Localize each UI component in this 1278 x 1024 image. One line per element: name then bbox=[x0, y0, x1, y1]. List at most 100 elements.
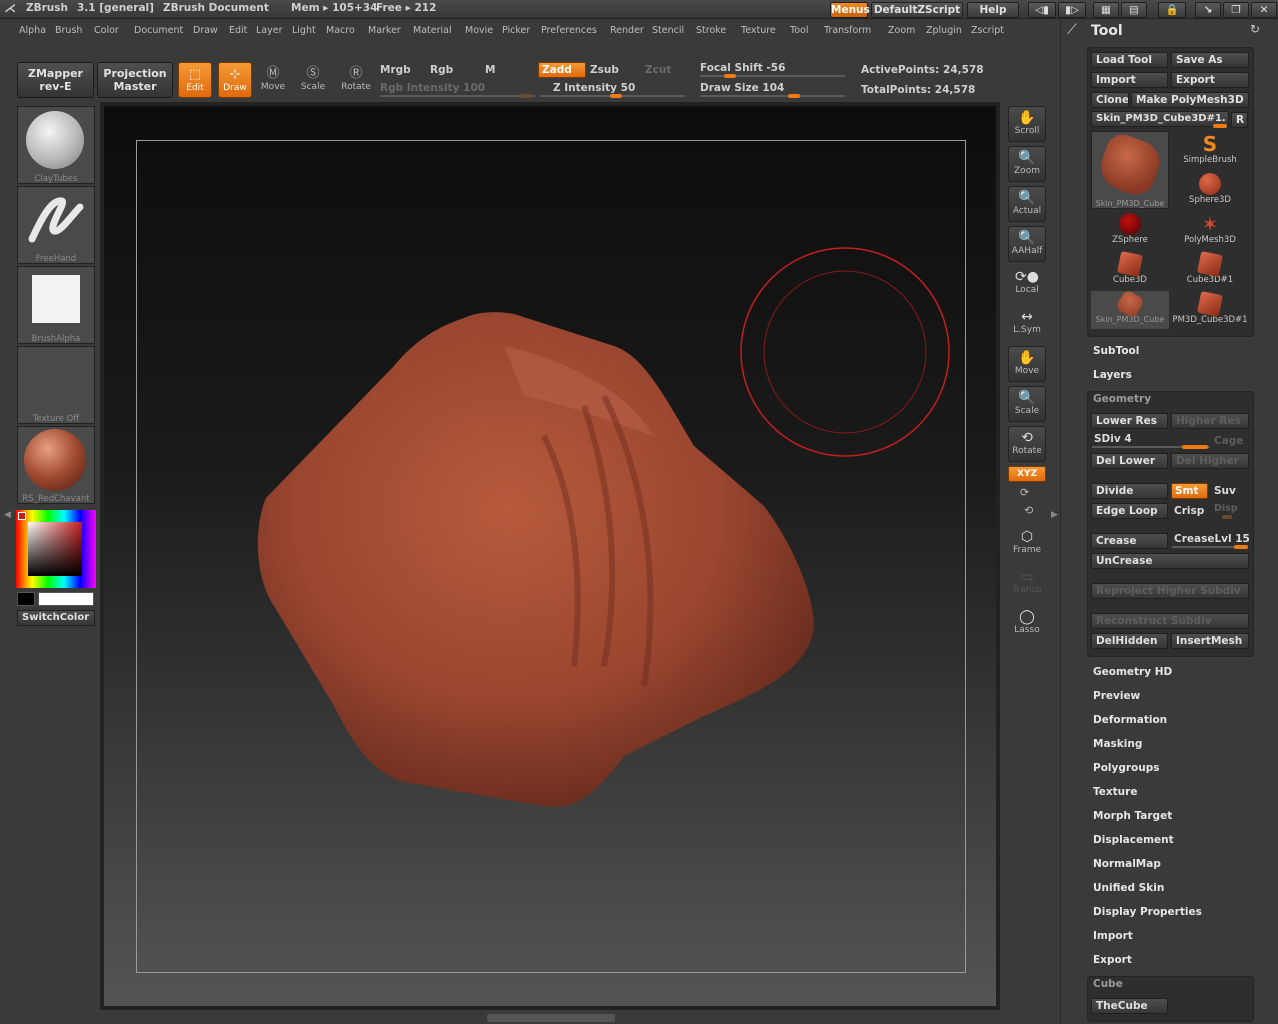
tool-thumb-polymesh3d[interactable]: ✶ PolyMesh3D bbox=[1171, 211, 1249, 249]
reconstruct-subdiv-button[interactable]: Reconstruct Subdiv bbox=[1091, 613, 1249, 629]
secondary-color-swatch[interactable] bbox=[17, 592, 35, 606]
masking-section[interactable]: Masking bbox=[1093, 738, 1142, 750]
actual-button[interactable]: 🔍 Actual bbox=[1008, 186, 1046, 222]
menu-zoom[interactable]: Zoom bbox=[888, 25, 915, 36]
lower-res-button[interactable]: Lower Res bbox=[1091, 413, 1168, 429]
higher-res-button[interactable]: Higher Res bbox=[1171, 413, 1249, 429]
tool-thumb-simplebrush[interactable]: S SimpleBrush bbox=[1171, 131, 1249, 169]
del-lower-button[interactable]: Del Lower bbox=[1091, 453, 1168, 469]
switch-color-button[interactable]: SwitchColor bbox=[17, 610, 95, 626]
menu-draw[interactable]: Draw bbox=[193, 25, 218, 36]
crease-button[interactable]: Crease bbox=[1091, 533, 1168, 549]
clone-button[interactable]: Clone bbox=[1091, 92, 1129, 108]
menu-stroke[interactable]: Stroke bbox=[696, 25, 726, 36]
default-zscript-button[interactable]: DefaultZScript bbox=[871, 2, 963, 18]
tool-thumb-sphere3d[interactable]: Sphere3D bbox=[1171, 171, 1249, 209]
lasso-button[interactable]: ◯ Lasso bbox=[1008, 606, 1046, 642]
disp-toggle[interactable]: Disp bbox=[1214, 503, 1238, 514]
crease-level-slider[interactable] bbox=[1172, 545, 1248, 549]
normalmap-section[interactable]: NormalMap bbox=[1093, 858, 1161, 870]
layers-section[interactable]: Layers bbox=[1093, 369, 1132, 381]
morph-target-section[interactable]: Morph Target bbox=[1093, 810, 1172, 822]
scale-button[interactable]: Ⓢ Scale bbox=[296, 62, 330, 98]
menu-edit[interactable]: Edit bbox=[229, 25, 247, 36]
r-button[interactable]: R bbox=[1231, 112, 1248, 128]
rotate-y-icon[interactable]: ⟳ bbox=[1020, 486, 1029, 499]
import-section[interactable]: Import bbox=[1093, 930, 1133, 942]
menu-transform[interactable]: Transform bbox=[824, 25, 871, 36]
draw-size-slider[interactable] bbox=[700, 94, 845, 98]
rgb-intensity-slider[interactable] bbox=[380, 94, 535, 98]
zsub-toggle[interactable]: Zsub bbox=[590, 64, 619, 76]
preview-section[interactable]: Preview bbox=[1093, 690, 1140, 702]
scale-view-button[interactable]: 🔍 Scale bbox=[1008, 386, 1046, 422]
close-icon[interactable]: ✕ bbox=[1251, 2, 1277, 18]
menu-brush[interactable]: Brush bbox=[55, 25, 82, 36]
z-intensity-slider[interactable] bbox=[540, 94, 685, 98]
material-slot[interactable]: RS_RedChavant bbox=[17, 426, 95, 504]
texture-slot[interactable]: Texture Off bbox=[17, 346, 95, 424]
layout-1-icon[interactable]: ▦ bbox=[1093, 2, 1119, 18]
lock-icon[interactable]: 🔒 bbox=[1158, 2, 1186, 18]
tool-thumb-current[interactable]: Skin_PM3D_Cube bbox=[1091, 130, 1169, 209]
rewind-icon[interactable]: ◁▮ bbox=[1028, 2, 1056, 18]
edit-button[interactable]: ⬚ Edit bbox=[178, 62, 212, 98]
menu-zscript[interactable]: Zscript bbox=[971, 25, 1004, 36]
tool-thumb-pm3d-cube[interactable]: PM3D_Cube3D#1 bbox=[1171, 290, 1249, 329]
menu-light[interactable]: Light bbox=[292, 25, 316, 36]
cube-header[interactable]: Cube bbox=[1093, 978, 1123, 990]
current-tool-name[interactable]: Skin_PM3D_Cube3D#1. bbox=[1091, 111, 1229, 127]
menu-material[interactable]: Material bbox=[413, 25, 452, 36]
xyz-toggle[interactable]: XYZ bbox=[1008, 466, 1046, 482]
polygroups-section[interactable]: Polygroups bbox=[1093, 762, 1160, 774]
aahalf-button[interactable]: 🔍 AAHalf bbox=[1008, 226, 1046, 262]
minimize-icon[interactable]: ↘ bbox=[1195, 2, 1221, 18]
local-button[interactable]: ⟳● Local bbox=[1008, 266, 1046, 302]
left-collapse-arrow-icon[interactable]: ◀ bbox=[4, 510, 12, 526]
menu-tool[interactable]: Tool bbox=[790, 25, 808, 36]
primary-color-swatch[interactable] bbox=[38, 592, 94, 606]
make-polymesh-button[interactable]: Make PolyMesh3D bbox=[1131, 92, 1249, 108]
sdiv-slider[interactable] bbox=[1092, 445, 1210, 449]
geometry-header[interactable]: Geometry bbox=[1093, 393, 1151, 405]
menu-zplugin[interactable]: Zplugin bbox=[926, 25, 962, 36]
disp-slider[interactable] bbox=[1214, 515, 1244, 519]
crisp-toggle[interactable]: Crisp bbox=[1174, 505, 1204, 517]
alpha-slot[interactable]: BrushAlpha bbox=[17, 266, 95, 344]
cage-button[interactable]: Cage bbox=[1214, 435, 1243, 447]
move-button[interactable]: Ⓜ Move bbox=[256, 62, 290, 98]
draw-button[interactable]: ⊹ Draw bbox=[218, 62, 252, 98]
tool-thumb-skin[interactable]: Skin_PM3D_Cube bbox=[1091, 288, 1169, 329]
rotate-button[interactable]: Ⓡ Rotate bbox=[339, 62, 373, 98]
menu-texture[interactable]: Texture bbox=[741, 25, 776, 36]
menu-marker[interactable]: Marker bbox=[368, 25, 401, 36]
tool-pin-icon[interactable]: ⟋ bbox=[1067, 22, 1077, 38]
lsym-button[interactable]: ↔ L.Sym bbox=[1008, 306, 1046, 342]
projection-master-button[interactable]: Projection Master bbox=[97, 62, 173, 98]
menu-alpha[interactable]: Alpha bbox=[19, 25, 46, 36]
stroke-slot[interactable]: FreeHand bbox=[17, 186, 95, 264]
menu-render[interactable]: Render bbox=[610, 25, 644, 36]
rgb-toggle[interactable]: Rgb bbox=[430, 64, 453, 76]
delhidden-button[interactable]: DelHidden bbox=[1091, 633, 1168, 649]
insertmesh-button[interactable]: InsertMesh bbox=[1171, 633, 1249, 649]
refresh-icon[interactable]: ↻ bbox=[1250, 22, 1260, 36]
menu-picker[interactable]: Picker bbox=[502, 25, 530, 36]
forward-icon[interactable]: ▮▷ bbox=[1058, 2, 1086, 18]
display-properties-section[interactable]: Display Properties bbox=[1093, 906, 1202, 918]
scroll-button[interactable]: ✋ Scroll bbox=[1008, 106, 1046, 142]
menu-stencil[interactable]: Stencil bbox=[652, 25, 684, 36]
frame-button[interactable]: ⬡ Frame bbox=[1008, 526, 1046, 562]
current-tool-slider[interactable] bbox=[1213, 124, 1227, 128]
color-square[interactable] bbox=[28, 522, 82, 576]
rotate-z-icon[interactable]: ⟲ bbox=[1024, 504, 1033, 517]
save-as-button[interactable]: Save As bbox=[1171, 52, 1249, 68]
edge-loop-button[interactable]: Edge Loop bbox=[1091, 503, 1168, 519]
menu-document[interactable]: Document bbox=[134, 25, 183, 36]
tool-thumb-cube3d[interactable]: Cube3D bbox=[1091, 250, 1169, 289]
zoom-button[interactable]: 🔍 Zoom bbox=[1008, 146, 1046, 182]
focal-shift-slider[interactable] bbox=[700, 74, 845, 78]
tool-thumb-zsphere[interactable]: ZSphere bbox=[1091, 211, 1169, 249]
menu-color[interactable]: Color bbox=[94, 25, 119, 36]
mrgb-toggle[interactable]: Mrgb bbox=[380, 64, 411, 76]
